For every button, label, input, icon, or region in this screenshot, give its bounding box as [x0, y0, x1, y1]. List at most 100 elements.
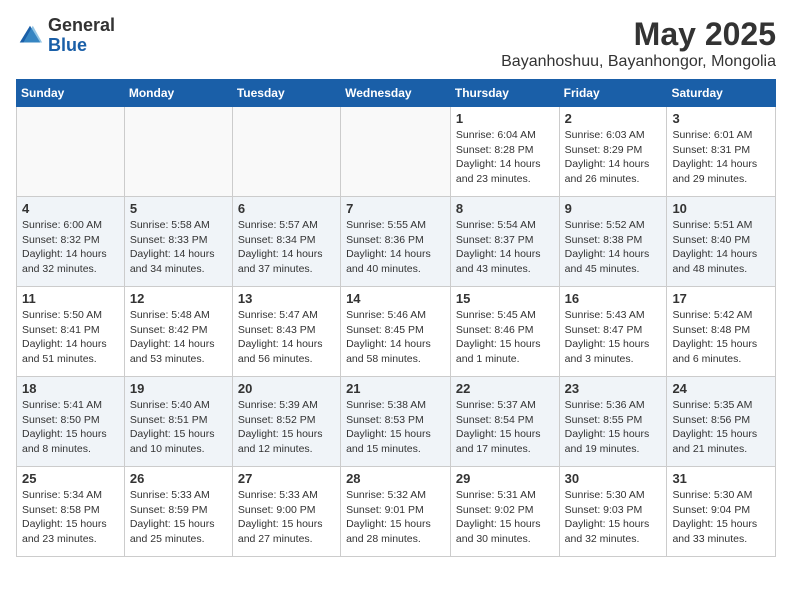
day-info: Sunrise: 5:48 AM Sunset: 8:42 PM Dayligh…	[130, 308, 227, 367]
day-info: Sunrise: 5:43 AM Sunset: 8:47 PM Dayligh…	[565, 308, 662, 367]
day-number: 2	[565, 111, 662, 126]
day-info: Sunrise: 5:57 AM Sunset: 8:34 PM Dayligh…	[238, 218, 335, 277]
calendar-week-row: 4Sunrise: 6:00 AM Sunset: 8:32 PM Daylig…	[17, 197, 776, 287]
calendar-cell: 9 Sunrise: 5:52 AM Sunset: 8:38 PM Daylig…	[559, 197, 667, 287]
logo-general-text: General	[48, 16, 115, 36]
day-info: Sunrise: 6:03 AM Sunset: 8:29 PM Dayligh…	[565, 128, 662, 187]
day-number: 30	[565, 471, 662, 486]
day-number: 21	[346, 381, 445, 396]
day-info: Sunrise: 5:52 AM Sunset: 8:38 PM Dayligh…	[565, 218, 662, 277]
calendar-cell	[17, 107, 125, 197]
day-of-week-header: Monday	[124, 80, 232, 107]
day-info: Sunrise: 5:37 AM Sunset: 8:54 PM Dayligh…	[456, 398, 554, 457]
calendar-cell: 1Sunrise: 6:04 AM Sunset: 8:28 PM Daylig…	[450, 107, 559, 197]
calendar-week-row: 25 Sunrise: 5:34 AM Sunset: 8:58 PM Dayli…	[17, 467, 776, 557]
day-info: Sunrise: 6:00 AM Sunset: 8:32 PM Dayligh…	[22, 218, 119, 277]
day-number: 9	[565, 201, 662, 216]
day-info: Sunrise: 5:54 AM Sunset: 8:37 PM Dayligh…	[456, 218, 554, 277]
day-info: Sunrise: 5:32 AM Sunset: 9:01 PM Dayligh…	[346, 488, 445, 547]
day-number: 12	[130, 291, 227, 306]
location-title: Bayanhoshuu, Bayanhongor, Mongolia	[501, 53, 776, 71]
calendar-cell	[124, 107, 232, 197]
day-info: Sunrise: 5:46 AM Sunset: 8:45 PM Dayligh…	[346, 308, 445, 367]
day-info: Sunrise: 5:38 AM Sunset: 8:53 PM Dayligh…	[346, 398, 445, 457]
day-info: Sunrise: 5:30 AM Sunset: 9:04 PM Dayligh…	[672, 488, 770, 547]
day-number: 17	[672, 291, 770, 306]
day-info: Sunrise: 5:51 AM Sunset: 8:40 PM Dayligh…	[672, 218, 770, 277]
day-number: 19	[130, 381, 227, 396]
day-number: 22	[456, 381, 554, 396]
calendar-cell: 18Sunrise: 5:41 AM Sunset: 8:50 PM Dayli…	[17, 377, 125, 467]
day-number: 14	[346, 291, 445, 306]
day-info: Sunrise: 5:30 AM Sunset: 9:03 PM Dayligh…	[565, 488, 662, 547]
logo-icon	[16, 22, 44, 50]
calendar-week-row: 11 Sunrise: 5:50 AM Sunset: 8:41 PM Dayli…	[17, 287, 776, 377]
page-header: General Blue May 2025 Bayanhoshuu, Bayan…	[16, 16, 776, 71]
day-number: 8	[456, 201, 554, 216]
calendar-cell: 19 Sunrise: 5:40 AM Sunset: 8:51 PM Dayli…	[124, 377, 232, 467]
calendar-cell: 16Sunrise: 5:43 AM Sunset: 8:47 PM Dayli…	[559, 287, 667, 377]
day-info: Sunrise: 6:01 AM Sunset: 8:31 PM Dayligh…	[672, 128, 770, 187]
day-number: 11	[22, 291, 119, 306]
calendar-cell: 31 Sunrise: 5:30 AM Sunset: 9:04 PM Dayli…	[667, 467, 776, 557]
calendar-week-row: 1Sunrise: 6:04 AM Sunset: 8:28 PM Daylig…	[17, 107, 776, 197]
day-number: 20	[238, 381, 335, 396]
calendar-cell: 23Sunrise: 5:36 AM Sunset: 8:55 PM Dayli…	[559, 377, 667, 467]
day-number: 29	[456, 471, 554, 486]
calendar-table: SundayMondayTuesdayWednesdayThursdayFrid…	[16, 79, 776, 557]
calendar-cell: 12 Sunrise: 5:48 AM Sunset: 8:42 PM Dayli…	[124, 287, 232, 377]
logo: General Blue	[16, 16, 115, 56]
day-of-week-header: Sunday	[17, 80, 125, 107]
day-number: 13	[238, 291, 335, 306]
calendar-header-row: SundayMondayTuesdayWednesdayThursdayFrid…	[17, 80, 776, 107]
day-of-week-header: Friday	[559, 80, 667, 107]
calendar-week-row: 18Sunrise: 5:41 AM Sunset: 8:50 PM Dayli…	[17, 377, 776, 467]
day-number: 31	[672, 471, 770, 486]
day-info: Sunrise: 5:42 AM Sunset: 8:48 PM Dayligh…	[672, 308, 770, 367]
day-number: 28	[346, 471, 445, 486]
calendar-cell: 3 Sunrise: 6:01 AM Sunset: 8:31 PM Daylig…	[667, 107, 776, 197]
day-info: Sunrise: 5:40 AM Sunset: 8:51 PM Dayligh…	[130, 398, 227, 457]
calendar-cell: 28 Sunrise: 5:32 AM Sunset: 9:01 PM Dayli…	[341, 467, 451, 557]
logo-blue-text: Blue	[48, 36, 115, 56]
day-info: Sunrise: 5:47 AM Sunset: 8:43 PM Dayligh…	[238, 308, 335, 367]
day-info: Sunrise: 5:35 AM Sunset: 8:56 PM Dayligh…	[672, 398, 770, 457]
day-info: Sunrise: 5:41 AM Sunset: 8:50 PM Dayligh…	[22, 398, 119, 457]
day-number: 10	[672, 201, 770, 216]
day-number: 5	[130, 201, 227, 216]
day-info: Sunrise: 5:58 AM Sunset: 8:33 PM Dayligh…	[130, 218, 227, 277]
calendar-cell: 11 Sunrise: 5:50 AM Sunset: 8:41 PM Dayli…	[17, 287, 125, 377]
day-of-week-header: Wednesday	[341, 80, 451, 107]
day-number: 1	[456, 111, 554, 126]
calendar-cell: 5 Sunrise: 5:58 AM Sunset: 8:33 PM Daylig…	[124, 197, 232, 287]
day-of-week-header: Saturday	[667, 80, 776, 107]
day-info: Sunrise: 5:33 AM Sunset: 8:59 PM Dayligh…	[130, 488, 227, 547]
calendar-cell: 7Sunrise: 5:55 AM Sunset: 8:36 PM Daylig…	[341, 197, 451, 287]
calendar-cell: 13 Sunrise: 5:47 AM Sunset: 8:43 PM Dayli…	[232, 287, 340, 377]
calendar-cell	[341, 107, 451, 197]
day-number: 27	[238, 471, 335, 486]
day-of-week-header: Tuesday	[232, 80, 340, 107]
calendar-cell: 29 Sunrise: 5:31 AM Sunset: 9:02 PM Dayli…	[450, 467, 559, 557]
day-info: Sunrise: 5:33 AM Sunset: 9:00 PM Dayligh…	[238, 488, 335, 547]
day-info: Sunrise: 5:31 AM Sunset: 9:02 PM Dayligh…	[456, 488, 554, 547]
day-info: Sunrise: 5:45 AM Sunset: 8:46 PM Dayligh…	[456, 308, 554, 367]
day-number: 26	[130, 471, 227, 486]
calendar-cell: 14 Sunrise: 5:46 AM Sunset: 8:45 PM Dayli…	[341, 287, 451, 377]
day-info: Sunrise: 5:34 AM Sunset: 8:58 PM Dayligh…	[22, 488, 119, 547]
calendar-cell: 25 Sunrise: 5:34 AM Sunset: 8:58 PM Dayli…	[17, 467, 125, 557]
day-info: Sunrise: 5:55 AM Sunset: 8:36 PM Dayligh…	[346, 218, 445, 277]
day-info: Sunrise: 5:50 AM Sunset: 8:41 PM Dayligh…	[22, 308, 119, 367]
calendar-cell: 15 Sunrise: 5:45 AM Sunset: 8:46 PM Dayli…	[450, 287, 559, 377]
day-number: 25	[22, 471, 119, 486]
calendar-cell: 20Sunrise: 5:39 AM Sunset: 8:52 PM Dayli…	[232, 377, 340, 467]
calendar-cell: 10 Sunrise: 5:51 AM Sunset: 8:40 PM Dayli…	[667, 197, 776, 287]
day-info: Sunrise: 5:36 AM Sunset: 8:55 PM Dayligh…	[565, 398, 662, 457]
day-number: 15	[456, 291, 554, 306]
day-number: 6	[238, 201, 335, 216]
calendar-cell: 26 Sunrise: 5:33 AM Sunset: 8:59 PM Dayli…	[124, 467, 232, 557]
calendar-cell: 21 Sunrise: 5:38 AM Sunset: 8:53 PM Dayli…	[341, 377, 451, 467]
calendar-cell: 6 Sunrise: 5:57 AM Sunset: 8:34 PM Daylig…	[232, 197, 340, 287]
day-number: 3	[672, 111, 770, 126]
day-of-week-header: Thursday	[450, 80, 559, 107]
